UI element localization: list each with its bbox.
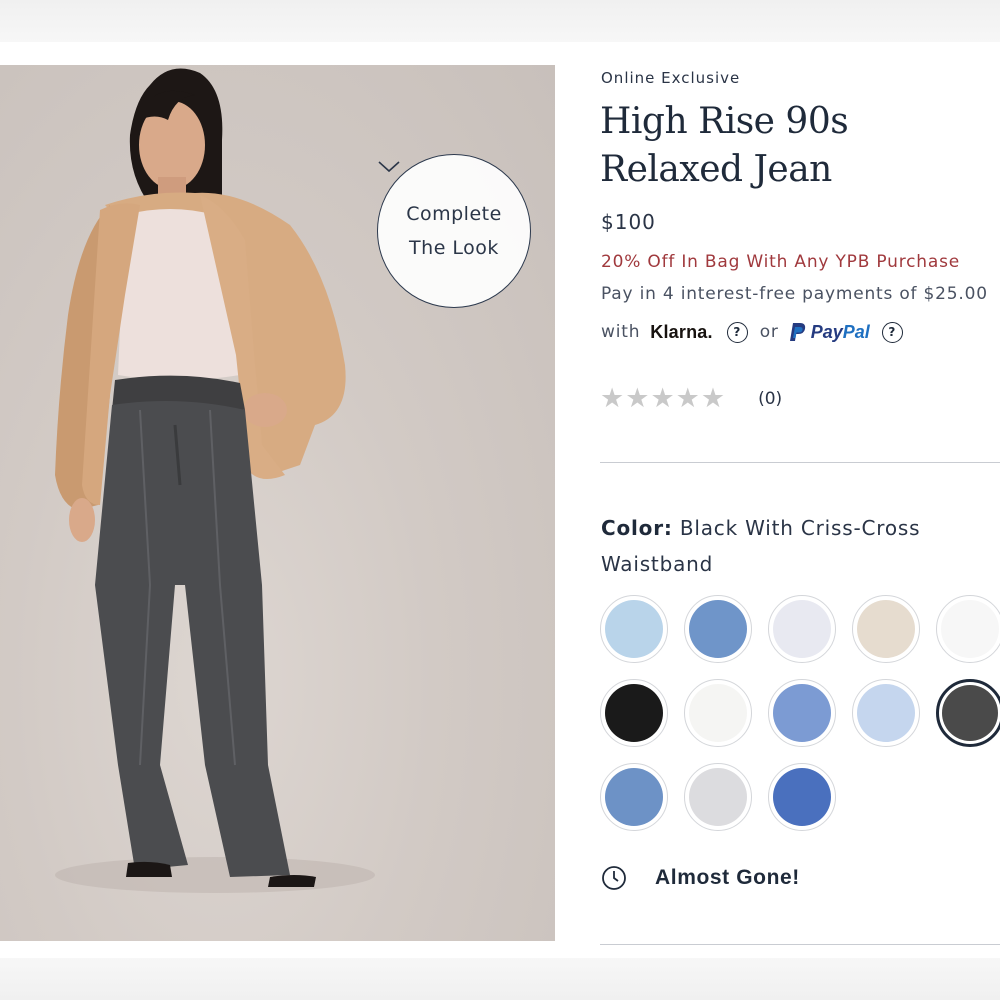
- klarna-logo[interactable]: Klarna.: [650, 322, 712, 343]
- swatch-fill: [689, 600, 747, 658]
- paypal-pay-text: Pay: [810, 321, 843, 342]
- divider: [600, 462, 1000, 463]
- paypal-wordmark: PayPal: [811, 322, 870, 343]
- payment-options: with Klarna. ? or PayPal ?: [601, 318, 903, 346]
- paypal-logo[interactable]: PayPal: [789, 322, 870, 343]
- color-swatch-light-grey[interactable]: [684, 763, 752, 831]
- chevron-down-icon: [378, 161, 400, 173]
- swatch-fill: [605, 768, 663, 826]
- star-icon: ★: [600, 383, 625, 414]
- swatch-fill: [941, 600, 999, 658]
- swatch-fill: [605, 600, 663, 658]
- star-icon: ★: [675, 383, 700, 414]
- color-swatch-black[interactable]: [600, 679, 668, 747]
- product-price: $100: [601, 210, 656, 234]
- color-swatch-light-ripped[interactable]: [852, 679, 920, 747]
- swatch-fill: [942, 685, 998, 741]
- paypal-p-icon: [789, 323, 805, 341]
- star-icon: ★: [650, 383, 675, 414]
- paypal-help-icon[interactable]: ?: [881, 321, 903, 343]
- swatch-fill: [689, 768, 747, 826]
- color-swatch-destroyed-medium[interactable]: [768, 679, 836, 747]
- complete-the-look-line1: Complete: [406, 203, 502, 225]
- color-selection-label: Color: Black With Criss-Cross Waistband: [601, 510, 996, 582]
- color-swatch-white[interactable]: [936, 595, 1000, 663]
- swatch-fill: [857, 600, 915, 658]
- divider: [600, 944, 1000, 945]
- review-count[interactable]: (0): [758, 389, 782, 409]
- rating-stars: ★ ★ ★ ★ ★: [600, 385, 725, 413]
- color-swatch-washed-black[interactable]: [936, 679, 1000, 747]
- star-icon: ★: [700, 383, 726, 414]
- top-band: [0, 0, 1000, 42]
- pay-with-text: with: [601, 322, 641, 342]
- clock-icon: [602, 866, 626, 890]
- stock-status: Almost Gone!: [601, 865, 800, 891]
- color-label-prefix: Color:: [601, 516, 673, 540]
- color-swatch-light-wash[interactable]: [600, 595, 668, 663]
- or-text: or: [759, 322, 779, 342]
- swatch-fill: [689, 684, 747, 742]
- swatch-fill: [773, 768, 831, 826]
- color-swatch-dark-wash[interactable]: [768, 763, 836, 831]
- bottom-band: [0, 958, 1000, 1000]
- product-title: High Rise 90s Relaxed Jean: [600, 101, 849, 190]
- swatch-fill: [773, 600, 831, 658]
- installments-message: Pay in 4 interest-free payments of $25.0…: [601, 284, 988, 304]
- color-swatch-mid-blue[interactable]: [600, 763, 668, 831]
- swatch-fill: [773, 684, 831, 742]
- swatch-fill: [605, 684, 663, 742]
- color-swatch-off-white[interactable]: [684, 679, 752, 747]
- color-swatch-ice-white[interactable]: [768, 595, 836, 663]
- product-image[interactable]: Complete The Look: [0, 65, 555, 941]
- complete-the-look-line2: The Look: [409, 237, 499, 259]
- complete-the-look-button[interactable]: Complete The Look: [377, 154, 531, 308]
- color-swatches: [600, 595, 1000, 835]
- online-exclusive-label: Online Exclusive: [601, 69, 741, 87]
- star-icon: ★: [625, 383, 650, 414]
- color-swatch-ecru[interactable]: [852, 595, 920, 663]
- swatch-fill: [857, 684, 915, 742]
- product-rating[interactable]: ★ ★ ★ ★ ★ (0): [600, 385, 782, 413]
- paypal-pal-text: Pal: [842, 321, 870, 342]
- color-swatch-medium-wash[interactable]: [684, 595, 752, 663]
- almost-gone-text: Almost Gone!: [655, 866, 800, 889]
- promo-message: 20% Off In Bag With Any YPB Purchase: [601, 252, 960, 272]
- klarna-help-icon[interactable]: ?: [726, 321, 748, 343]
